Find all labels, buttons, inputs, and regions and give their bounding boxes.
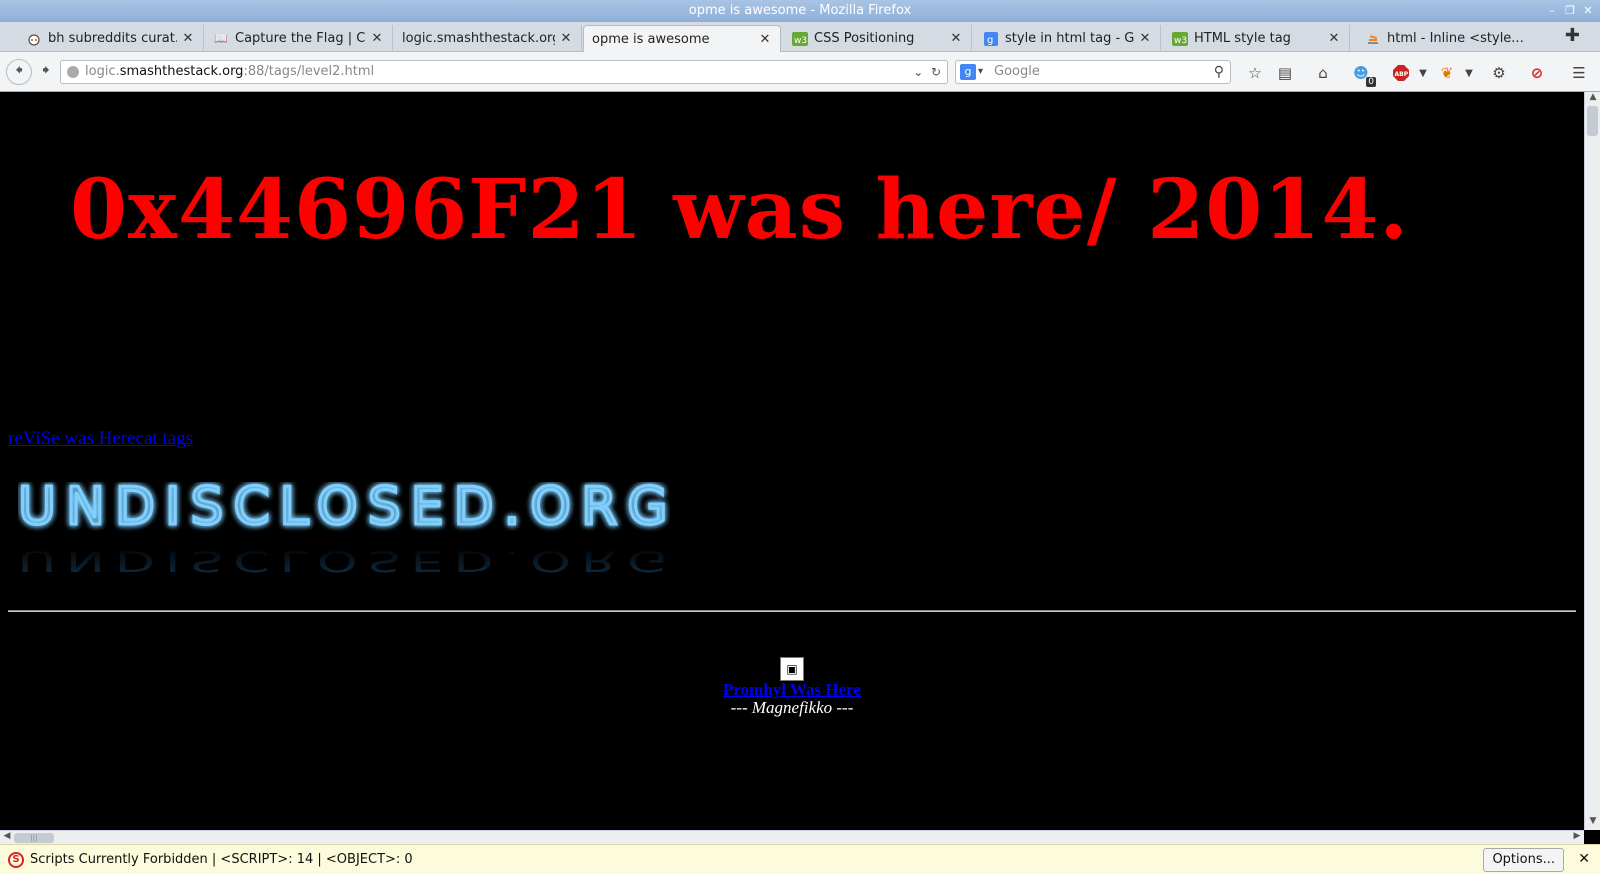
- signature: --- Magnefikko ---: [730, 698, 854, 717]
- tab-reddit[interactable]: bh subreddits curat... ✕: [18, 25, 204, 52]
- promhyl-line: Promhyl Was Here: [0, 680, 1584, 700]
- new-tab-icon[interactable]: ✚: [1565, 25, 1580, 46]
- scroll-right-icon[interactable]: ▶: [1570, 831, 1584, 845]
- engine-dropdown-icon[interactable]: ▾: [978, 61, 983, 83]
- svg-text:w3: w3: [1174, 36, 1187, 46]
- page-headline: 0x44696F21 was here/ 2014.: [70, 162, 1409, 258]
- tab-label: bh subreddits curat...: [48, 31, 177, 46]
- settings-gear-icon[interactable]: ⚙: [1488, 62, 1510, 84]
- tab-label: CSS Positioning: [814, 31, 915, 46]
- forward-button[interactable]: 🠺: [34, 60, 58, 84]
- tab-label: logic.smashthestack.org: [402, 31, 555, 46]
- broken-image-icon: ▣: [780, 657, 804, 681]
- google-icon: g: [983, 31, 999, 47]
- window-title: opme is awesome - Mozilla Firefox: [688, 3, 912, 18]
- scroll-down-icon[interactable]: ▼: [1585, 816, 1600, 830]
- home-icon[interactable]: ⌂: [1312, 62, 1334, 84]
- navigation-toolbar: 🠸 🠺 logic.smashthestack.org:88/tags/leve…: [0, 52, 1600, 92]
- tab-ctf[interactable]: 📖 Capture the Flag | C... ✕: [205, 25, 393, 52]
- extension-dropdown-icon[interactable]: ▼: [1458, 62, 1480, 84]
- forward-arrow-icon: 🠺: [42, 60, 50, 79]
- window-titlebar: opme is awesome - Mozilla Firefox – ❐ ✕: [0, 0, 1600, 22]
- noscript-notification-bar: S Scripts Currently Forbidden | <SCRIPT>…: [0, 844, 1600, 874]
- noscript-message: Scripts Currently Forbidden | <SCRIPT>: …: [30, 852, 413, 867]
- window-controls: – ❐ ✕: [1546, 0, 1594, 22]
- w3-icon: w3: [792, 31, 808, 47]
- tab-label: style in html tag - G...: [1005, 31, 1134, 46]
- search-icon[interactable]: ⚲: [1214, 61, 1224, 83]
- adblock-dropdown-icon[interactable]: ▼: [1412, 62, 1434, 84]
- noscript-icon: S: [8, 852, 24, 868]
- vertical-scrollbar[interactable]: ▲ ▼: [1584, 92, 1600, 830]
- svg-text:ABP: ABP: [1395, 71, 1409, 78]
- scroll-up-icon[interactable]: ▲: [1585, 92, 1600, 106]
- tab-stackoverflow[interactable]: html - Inline <style...: [1357, 25, 1543, 52]
- url-bar[interactable]: logic.smashthestack.org:88/tags/level2.h…: [60, 60, 948, 84]
- horizontal-scroll-thumb[interactable]: |||: [14, 833, 54, 843]
- logo-reflection: UNDISCLOSED.ORG: [18, 544, 677, 577]
- undisclosed-logo: UNDISCLOSED.ORG UNDISCLOSED.ORG: [18, 482, 678, 577]
- tab-close-icon[interactable]: ✕: [758, 32, 772, 47]
- page-content: 0x44696F21 was here/ 2014. reViSe was He…: [0, 92, 1584, 830]
- ghostery-badge: 0: [1366, 77, 1376, 87]
- back-arrow-icon: 🠸: [15, 60, 23, 79]
- reading-list-icon[interactable]: ▤: [1274, 62, 1296, 84]
- tab-close-icon[interactable]: ✕: [181, 31, 195, 46]
- browser-window: opme is awesome - Mozilla Firefox – ❐ ✕ …: [0, 0, 1600, 874]
- close-icon[interactable]: ✕: [1578, 851, 1590, 867]
- maximize-icon[interactable]: ❐: [1564, 5, 1576, 17]
- tab-label: HTML style tag: [1194, 31, 1291, 46]
- globe-icon: [67, 66, 79, 78]
- url-path: :88/tags/level2.html: [243, 64, 375, 79]
- revise-link[interactable]: reViSe was Herecat tags: [8, 428, 193, 450]
- search-bar[interactable]: g ▾ Google ⚲: [955, 60, 1231, 84]
- dropdown-arrow-icon[interactable]: ⌄: [913, 65, 923, 79]
- tab-label: Capture the Flag | C...: [235, 31, 366, 46]
- extension-icon[interactable]: ❦: [1436, 62, 1458, 84]
- reddit-icon: [26, 31, 42, 47]
- tab-smashthestack[interactable]: logic.smashthestack.org ✕: [394, 25, 582, 52]
- tab-html-style[interactable]: w3 HTML style tag ✕: [1164, 25, 1350, 52]
- tab-css-positioning[interactable]: w3 CSS Positioning ✕: [784, 25, 972, 52]
- horizontal-rule: [8, 610, 1576, 612]
- w3-icon: w3: [1172, 31, 1188, 47]
- tab-label: opme is awesome: [592, 32, 710, 47]
- minimize-icon[interactable]: –: [1546, 5, 1558, 17]
- options-button[interactable]: Options...: [1483, 848, 1564, 872]
- adblock-icon[interactable]: ABP: [1390, 62, 1412, 84]
- url-host: smashthestack.org: [119, 64, 244, 79]
- tab-google-search[interactable]: g style in html tag - G... ✕: [975, 25, 1161, 52]
- book-icon: 📖: [214, 32, 228, 45]
- ghostery-icon[interactable]: ☻ 0: [1350, 62, 1376, 87]
- tab-close-icon[interactable]: ✕: [1327, 31, 1341, 46]
- menu-icon[interactable]: ☰: [1568, 62, 1590, 84]
- tab-close-icon[interactable]: ✕: [370, 31, 384, 46]
- tab-strip: bh subreddits curat... ✕ 📖 Capture the F…: [0, 22, 1600, 53]
- bookmark-star-icon[interactable]: ☆: [1244, 62, 1266, 84]
- tab-close-icon[interactable]: ✕: [1138, 31, 1152, 46]
- noscript-icon[interactable]: ⊘: [1526, 62, 1548, 84]
- tab-close-icon[interactable]: ✕: [949, 31, 963, 46]
- back-button[interactable]: 🠸: [6, 59, 32, 85]
- close-icon[interactable]: ✕: [1582, 5, 1594, 17]
- google-engine-icon[interactable]: g: [960, 64, 976, 80]
- tab-opme-active[interactable]: opme is awesome ✕: [583, 25, 781, 53]
- svg-text:g: g: [987, 35, 993, 46]
- search-placeholder: Google: [994, 64, 1040, 79]
- promhyl-link[interactable]: Promhyl Was Here: [723, 680, 861, 699]
- reload-icon[interactable]: ↻: [931, 65, 941, 79]
- tab-close-icon[interactable]: ✕: [559, 31, 573, 46]
- svg-text:w3: w3: [794, 36, 807, 46]
- tab-label: html - Inline <style...: [1387, 31, 1524, 46]
- vertical-scroll-thumb[interactable]: [1587, 106, 1598, 136]
- url-actions: ⌄ ↻: [913, 61, 941, 83]
- stackoverflow-icon: [1365, 31, 1381, 47]
- logo-text: UNDISCLOSED.ORG: [18, 482, 678, 537]
- scroll-left-icon[interactable]: ◀: [0, 831, 14, 845]
- url-prefix: logic.: [85, 64, 120, 79]
- horizontal-scrollbar[interactable]: ◀ ||| ▶: [0, 830, 1584, 844]
